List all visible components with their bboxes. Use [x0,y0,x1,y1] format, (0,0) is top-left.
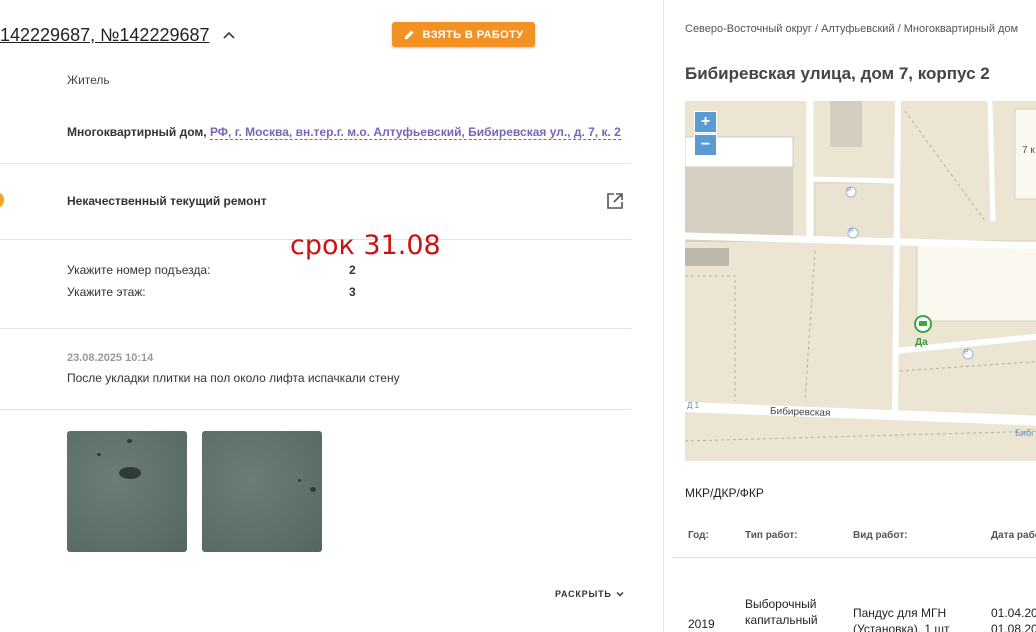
photo-thumbnail[interactable] [67,431,187,552]
row-year: 2019 [688,617,715,631]
pencil-icon [404,30,414,40]
col-type-header: Тип работ: [745,530,798,541]
ticket-panel: 142229687, №142229687 ВЗЯТЬ В РАБОТУ Жит… [0,0,663,632]
address-link[interactable]: РФ, г. Москва, вн.тер.г. м.о. Алтуфьевск… [209,125,621,140]
col-year-header: Год: [688,530,709,541]
house-title: Бибиревская улица, дом 7, корпус 2 [685,64,990,83]
house-panel: Северо-Восточный округ / Алтуфьевский / … [664,0,1036,632]
map-canvas [685,101,1036,461]
map-building-label: 7 к [1022,145,1035,156]
open-external-icon[interactable] [606,192,624,210]
field-entrance-label: Укажите номер подъезда: [67,263,211,277]
breadcrumb-area[interactable]: Алтуфьевский [821,23,895,35]
section-divider [0,409,631,410]
table-divider [672,557,1036,558]
map-shop-label: Да [915,337,928,348]
chevron-down-icon [616,592,624,597]
row-kind: Пандус для МГН (Установка), 1 шт [853,606,950,632]
col-date-header: Дата работ [991,530,1036,541]
comment-text: После укладки плитки на пол около лифта … [67,371,400,385]
map-road-label: Д 1 [687,401,700,410]
works-section-title: МКР/ДКР/ФКР [685,486,764,500]
address-row: Многоквартирный дом, РФ, г. Москва, вн.т… [67,125,621,140]
col-kind-header: Вид работ: [853,530,908,541]
applicant-role: Житель [67,73,110,87]
address-type: Многоквартирный дом, [67,125,207,139]
take-to-work-button[interactable]: ВЗЯТЬ В РАБОТУ [392,22,535,47]
ticket-category: Некачественный текущий ремонт [67,194,267,208]
map-street-label-2: Бибі [1015,428,1034,438]
take-to-work-label: ВЗЯТЬ В РАБОТУ [422,28,524,41]
row-dates: 01.04.20 01.08.20 [991,606,1036,632]
comment-date: 23.08.2025 10:14 [67,352,154,364]
ticket-title[interactable]: 142229687, №142229687 [0,25,210,46]
expand-label: РАСКРЫТЬ [555,589,612,599]
map-parking-label: P [849,228,854,235]
zoom-in-button[interactable]: + [694,111,717,133]
map-parking-label: P [964,349,969,356]
field-floor-label: Укажите этаж: [67,285,146,299]
row-type: Выборочный капитальный [745,597,818,627]
map-street-label: Бибиревская [769,405,831,420]
breadcrumb: Северо-Восточный округ / Алтуфьевский / … [685,23,1019,35]
map[interactable]: + − Бибиревская Бибі 7 к Да P P P Д 1 [685,101,1036,461]
zoom-out-button[interactable]: − [694,134,717,156]
section-divider [0,328,631,329]
chevron-up-icon[interactable] [222,28,236,42]
field-entrance-value: 2 [349,263,356,277]
map-parking-label: P [847,187,852,194]
field-floor-value: 3 [349,285,356,299]
status-dot-icon [0,193,4,207]
expand-button[interactable]: РАСКРЫТЬ [555,589,625,599]
deadline-stamp: срок 31.08 [290,230,441,261]
section-divider [0,163,631,164]
photo-thumbnail[interactable] [202,431,322,552]
breadcrumb-type[interactable]: Многоквартирный дом [904,23,1018,35]
breadcrumb-district[interactable]: Северо-Восточный округ [685,23,812,35]
